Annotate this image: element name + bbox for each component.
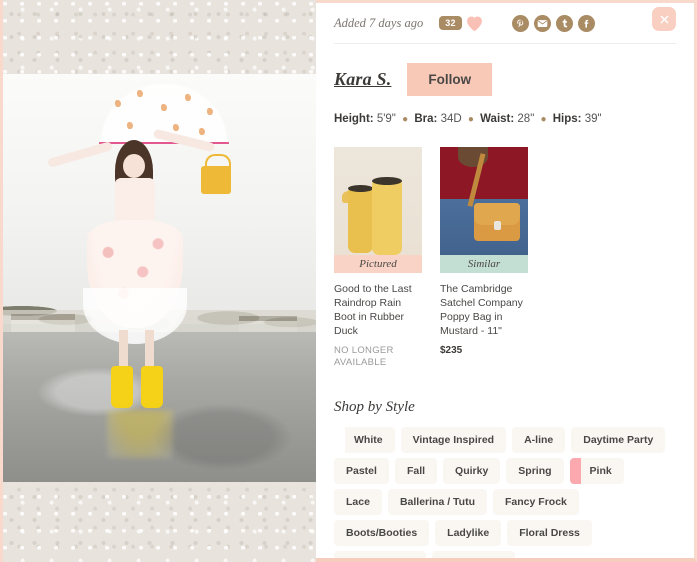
product-price: $235	[440, 345, 463, 356]
style-tag-label: Spring	[518, 465, 552, 477]
style-tag[interactable]: Party Dress	[432, 551, 515, 562]
heart-icon	[465, 15, 484, 32]
style-tag[interactable]: Pink	[569, 458, 624, 484]
separator-dot: ●	[540, 114, 547, 125]
follow-button[interactable]: Follow	[407, 63, 493, 96]
photo-yellow-bag	[201, 154, 231, 194]
bra-value: 34D	[440, 113, 462, 125]
style-tag[interactable]: Printed Dress	[334, 551, 427, 562]
separator-dot: ●	[402, 114, 409, 125]
style-tag-label: Floral Dress	[519, 527, 580, 539]
pinterest-icon[interactable]	[511, 14, 529, 32]
style-tag[interactable]: Lace	[334, 489, 382, 515]
product-card[interactable]: Pictured Good to the Last Raindrop Rain …	[334, 147, 422, 369]
outfit-photo-column	[0, 0, 316, 562]
product-ribbon: Similar	[440, 255, 528, 273]
boot-left	[348, 187, 373, 253]
style-tag-label: Fall	[406, 465, 426, 477]
waist-label: Waist:	[480, 113, 515, 125]
measurements-row: Height: 5'9" ● Bra: 34D ● Waist: 28" ● H…	[334, 113, 676, 125]
style-tag-label: Pastel	[346, 465, 377, 477]
product-title[interactable]: Good to the Last Raindrop Rain Boot in R…	[334, 282, 422, 338]
style-tag-swatch	[569, 458, 581, 484]
style-tag[interactable]: Floral Dress	[507, 520, 592, 546]
product-image-satchel[interactable]: Similar	[440, 147, 528, 273]
shop-by-style-heading: Shop by Style	[334, 399, 415, 415]
style-tag-list: White Vintage Inspired A-line Daytime Party…	[334, 427, 676, 562]
profile-row: Kara S. Follow	[334, 63, 676, 96]
added-timestamp: Added 7 days ago	[334, 15, 424, 30]
style-tag-label: Boots/Booties	[346, 527, 418, 539]
style-tag-label: White	[354, 434, 383, 446]
email-icon[interactable]	[533, 14, 551, 32]
hips-label: Hips:	[552, 113, 582, 125]
height-label: Height:	[334, 113, 374, 125]
boot-opening-right	[372, 177, 402, 185]
style-tag[interactable]: White	[334, 427, 395, 453]
style-tag-label: Vintage Inspired	[412, 434, 495, 446]
style-tag-label: Quirky	[455, 465, 489, 477]
style-tag-label: A-line	[524, 434, 554, 446]
photo-face	[123, 154, 145, 178]
outfit-photo[interactable]	[3, 74, 316, 482]
style-tag[interactable]: Ballerina / Tutu	[387, 489, 488, 515]
love-button[interactable]: 32	[439, 15, 484, 32]
style-tag-label: Party Dress	[444, 558, 502, 562]
outfit-detail-page: Added 7 days ago 32 Kara S. Follow Heigh…	[0, 0, 697, 562]
photo-bodice	[115, 178, 155, 224]
product-title[interactable]: The Cambridge Satchel Company Poppy Bag …	[440, 282, 528, 338]
style-tag[interactable]: Quirky	[443, 458, 501, 484]
share-icon-group	[511, 14, 595, 32]
style-tag[interactable]: Fall	[394, 458, 438, 484]
waist-value: 28"	[517, 113, 535, 125]
tumblr-icon[interactable]	[555, 14, 573, 32]
style-tag[interactable]: Boots/Booties	[334, 520, 430, 546]
height-value: 5'9"	[376, 113, 396, 125]
bag-clasp	[494, 221, 501, 230]
style-tag-label: Printed Dress	[346, 558, 414, 562]
style-tag[interactable]: A-line	[512, 427, 566, 453]
style-tag-label: Lace	[346, 496, 370, 508]
product-availability: NO LONGER AVAILABLE	[334, 345, 394, 368]
photo-puddle-reflection	[107, 410, 173, 458]
style-tag-label: Daytime Party	[583, 434, 654, 446]
style-tag[interactable]: Vintage Inspired	[400, 427, 507, 453]
style-tag[interactable]: Pastel	[334, 458, 389, 484]
style-tag-label: Fancy Frock	[505, 496, 567, 508]
username-link[interactable]: Kara S.	[334, 69, 391, 90]
product-card[interactable]: Similar The Cambridge Satchel Company Po…	[440, 147, 528, 369]
style-tag-label: Ballerina / Tutu	[399, 496, 476, 508]
product-ribbon: Pictured	[334, 255, 422, 273]
facebook-icon[interactable]	[577, 14, 595, 32]
product-card-list: Pictured Good to the Last Raindrop Rain …	[334, 147, 676, 369]
photo-rain-boot-right	[141, 366, 163, 408]
photo-rain-boot-left	[111, 366, 133, 408]
style-tag-label: Ladylike	[447, 527, 490, 539]
style-tag-label: Pink	[589, 465, 612, 477]
style-tag[interactable]: Fancy Frock	[493, 489, 579, 515]
love-count-badge: 32	[439, 15, 462, 31]
bra-label: Bra:	[414, 113, 438, 125]
style-tag[interactable]: Ladylike	[435, 520, 502, 546]
panel-header: Added 7 days ago 32	[334, 3, 676, 44]
style-tag-swatch	[334, 427, 345, 453]
separator-dot: ●	[467, 114, 474, 125]
style-tag[interactable]: Daytime Party	[571, 427, 666, 453]
product-image-boots[interactable]: Pictured	[334, 147, 422, 273]
boot-right	[372, 179, 402, 255]
detail-panel: Added 7 days ago 32 Kara S. Follow Heigh…	[316, 0, 697, 562]
boot-opening-left	[348, 185, 373, 192]
close-icon[interactable]	[652, 7, 676, 31]
style-tag[interactable]: Spring	[506, 458, 564, 484]
hips-value: 39"	[584, 113, 602, 125]
